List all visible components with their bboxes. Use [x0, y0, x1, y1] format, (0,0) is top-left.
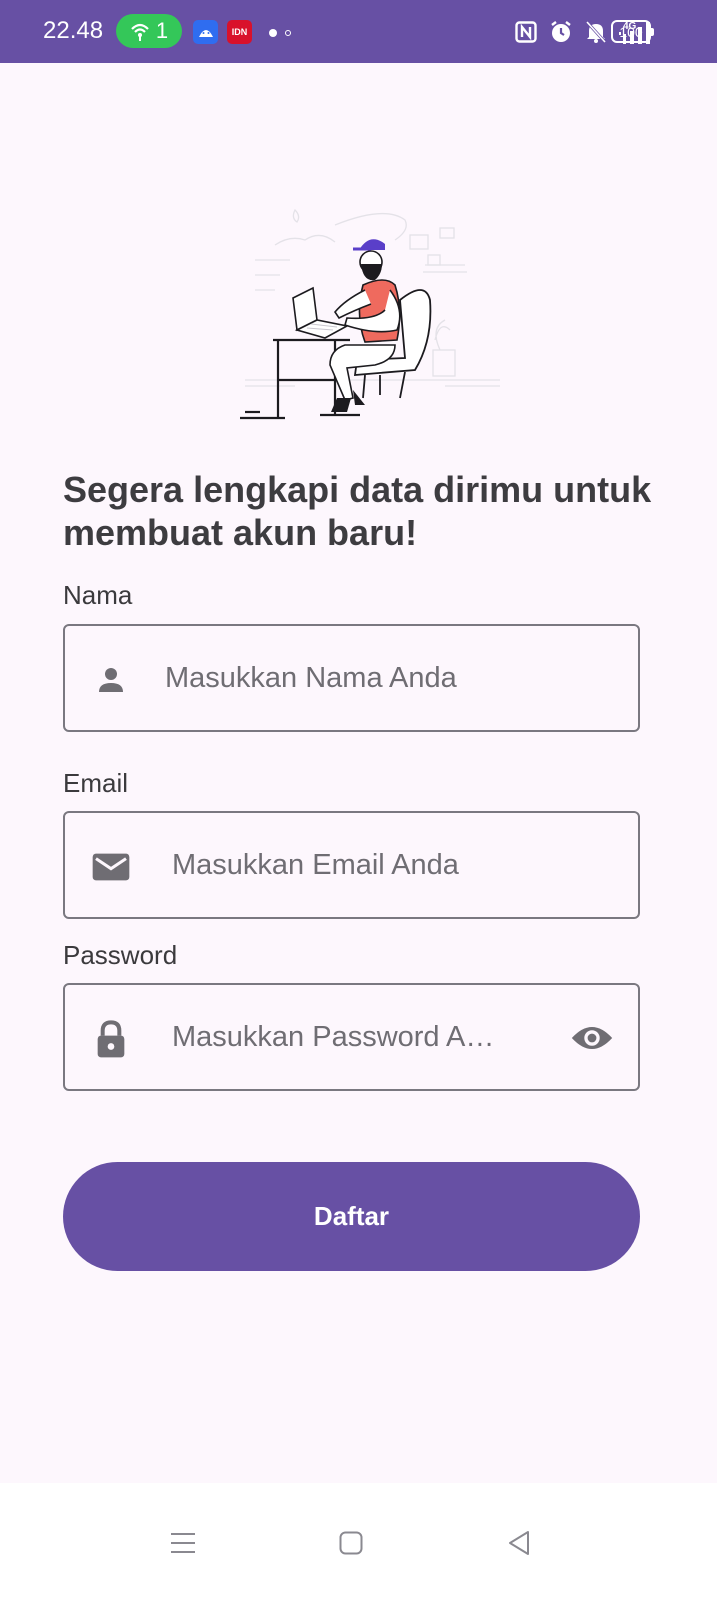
password-input[interactable]: [172, 987, 542, 1087]
person-icon: [91, 660, 131, 700]
password-field[interactable]: [63, 983, 640, 1091]
email-label: Email: [63, 768, 129, 798]
home-icon[interactable]: [331, 1523, 371, 1563]
bell-off-icon: [585, 20, 607, 44]
hotspot-indicator[interactable]: 1: [116, 14, 182, 48]
notification-dot-small: [285, 30, 291, 36]
name-label: Nama: [63, 580, 133, 610]
status-bar: 22.48 1 IDN 4G 100: [0, 0, 717, 63]
nfc-icon: [515, 21, 537, 43]
alarm-icon: [551, 21, 571, 42]
register-button[interactable]: Daftar: [63, 1162, 640, 1271]
password-label: Password: [63, 940, 178, 970]
android-icon: [193, 20, 218, 44]
lock-icon: [91, 1019, 131, 1059]
email-field[interactable]: [63, 811, 640, 919]
email-input[interactable]: [172, 815, 627, 915]
battery-indicator: 100: [611, 20, 654, 43]
back-icon[interactable]: [499, 1523, 539, 1563]
idn-app-badge: IDN: [227, 20, 252, 44]
page-title: Segera lengkapi data dirimu untuk membua…: [63, 469, 652, 553]
name-input[interactable]: [165, 628, 625, 728]
status-time: 22.48: [43, 17, 104, 44]
notification-dot: [269, 29, 277, 37]
signup-illustration: [240, 208, 500, 420]
system-nav-bar: [0, 1483, 717, 1600]
hotspot-count: 1: [155, 18, 169, 43]
eye-icon[interactable]: [568, 1018, 616, 1058]
menu-icon[interactable]: [163, 1523, 203, 1563]
wifi-hotspot-icon: [131, 23, 149, 41]
name-field[interactable]: [63, 624, 640, 732]
mail-icon: [91, 847, 131, 887]
